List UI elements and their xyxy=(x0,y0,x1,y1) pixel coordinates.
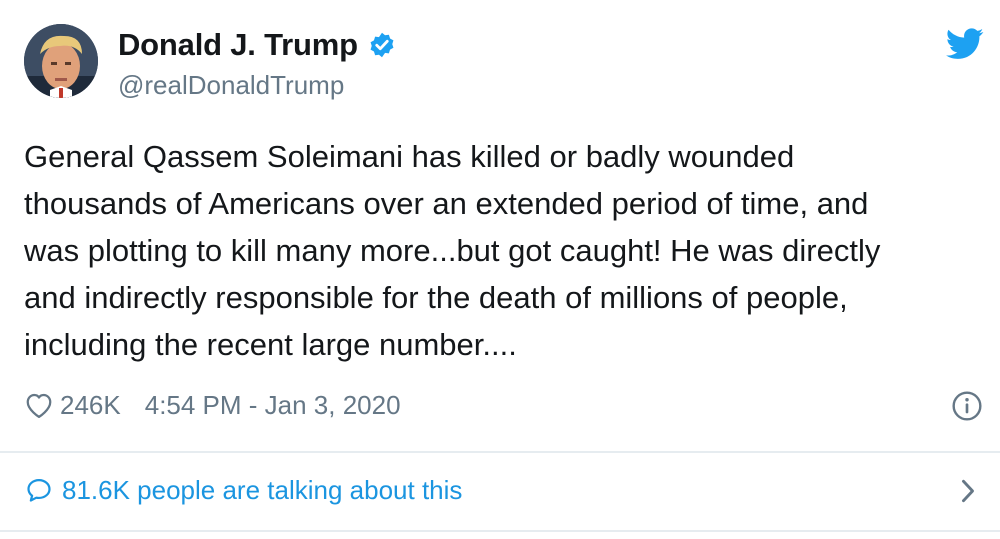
chevron-right-icon[interactable] xyxy=(958,478,978,504)
bottom-divider xyxy=(0,530,1000,532)
tweet-meta-row: 246K 4:54 PM - Jan 3, 2020 xyxy=(24,385,401,425)
speech-bubble-icon xyxy=(27,478,51,502)
tweet-line: General Qassem Soleimani has killed or b… xyxy=(24,139,795,174)
tweet-card: Donald J. Trump @realDonaldTrump General… xyxy=(0,0,1000,539)
author-name-row: Donald J. Trump xyxy=(118,27,396,63)
like-count[interactable]: 246K xyxy=(60,390,121,421)
tweet-line: and indirectly responsible for the death… xyxy=(24,280,848,315)
heart-icon[interactable] xyxy=(24,391,54,419)
conversation-link[interactable]: 81.6K people are talking about this xyxy=(24,470,462,510)
author-display-name[interactable]: Donald J. Trump xyxy=(118,27,358,63)
divider xyxy=(0,451,1000,453)
tweet-line: including the recent large number.... xyxy=(24,327,517,362)
avatar-image xyxy=(24,24,98,98)
tweet-line: thousands of Americans over an extended … xyxy=(24,186,869,221)
verified-badge-icon xyxy=(370,32,394,58)
author-avatar[interactable] xyxy=(24,24,98,98)
tweet-timestamp[interactable]: 4:54 PM - Jan 3, 2020 xyxy=(145,390,401,421)
tweet-text: General Qassem Soleimani has killed or b… xyxy=(24,133,974,368)
info-icon[interactable] xyxy=(951,390,983,422)
author-handle[interactable]: @realDonaldTrump xyxy=(118,70,344,101)
tweet-line: was plotting to kill many more...but got… xyxy=(24,233,881,268)
conversation-label[interactable]: 81.6K people are talking about this xyxy=(62,475,462,506)
twitter-bird-icon[interactable] xyxy=(946,28,984,60)
